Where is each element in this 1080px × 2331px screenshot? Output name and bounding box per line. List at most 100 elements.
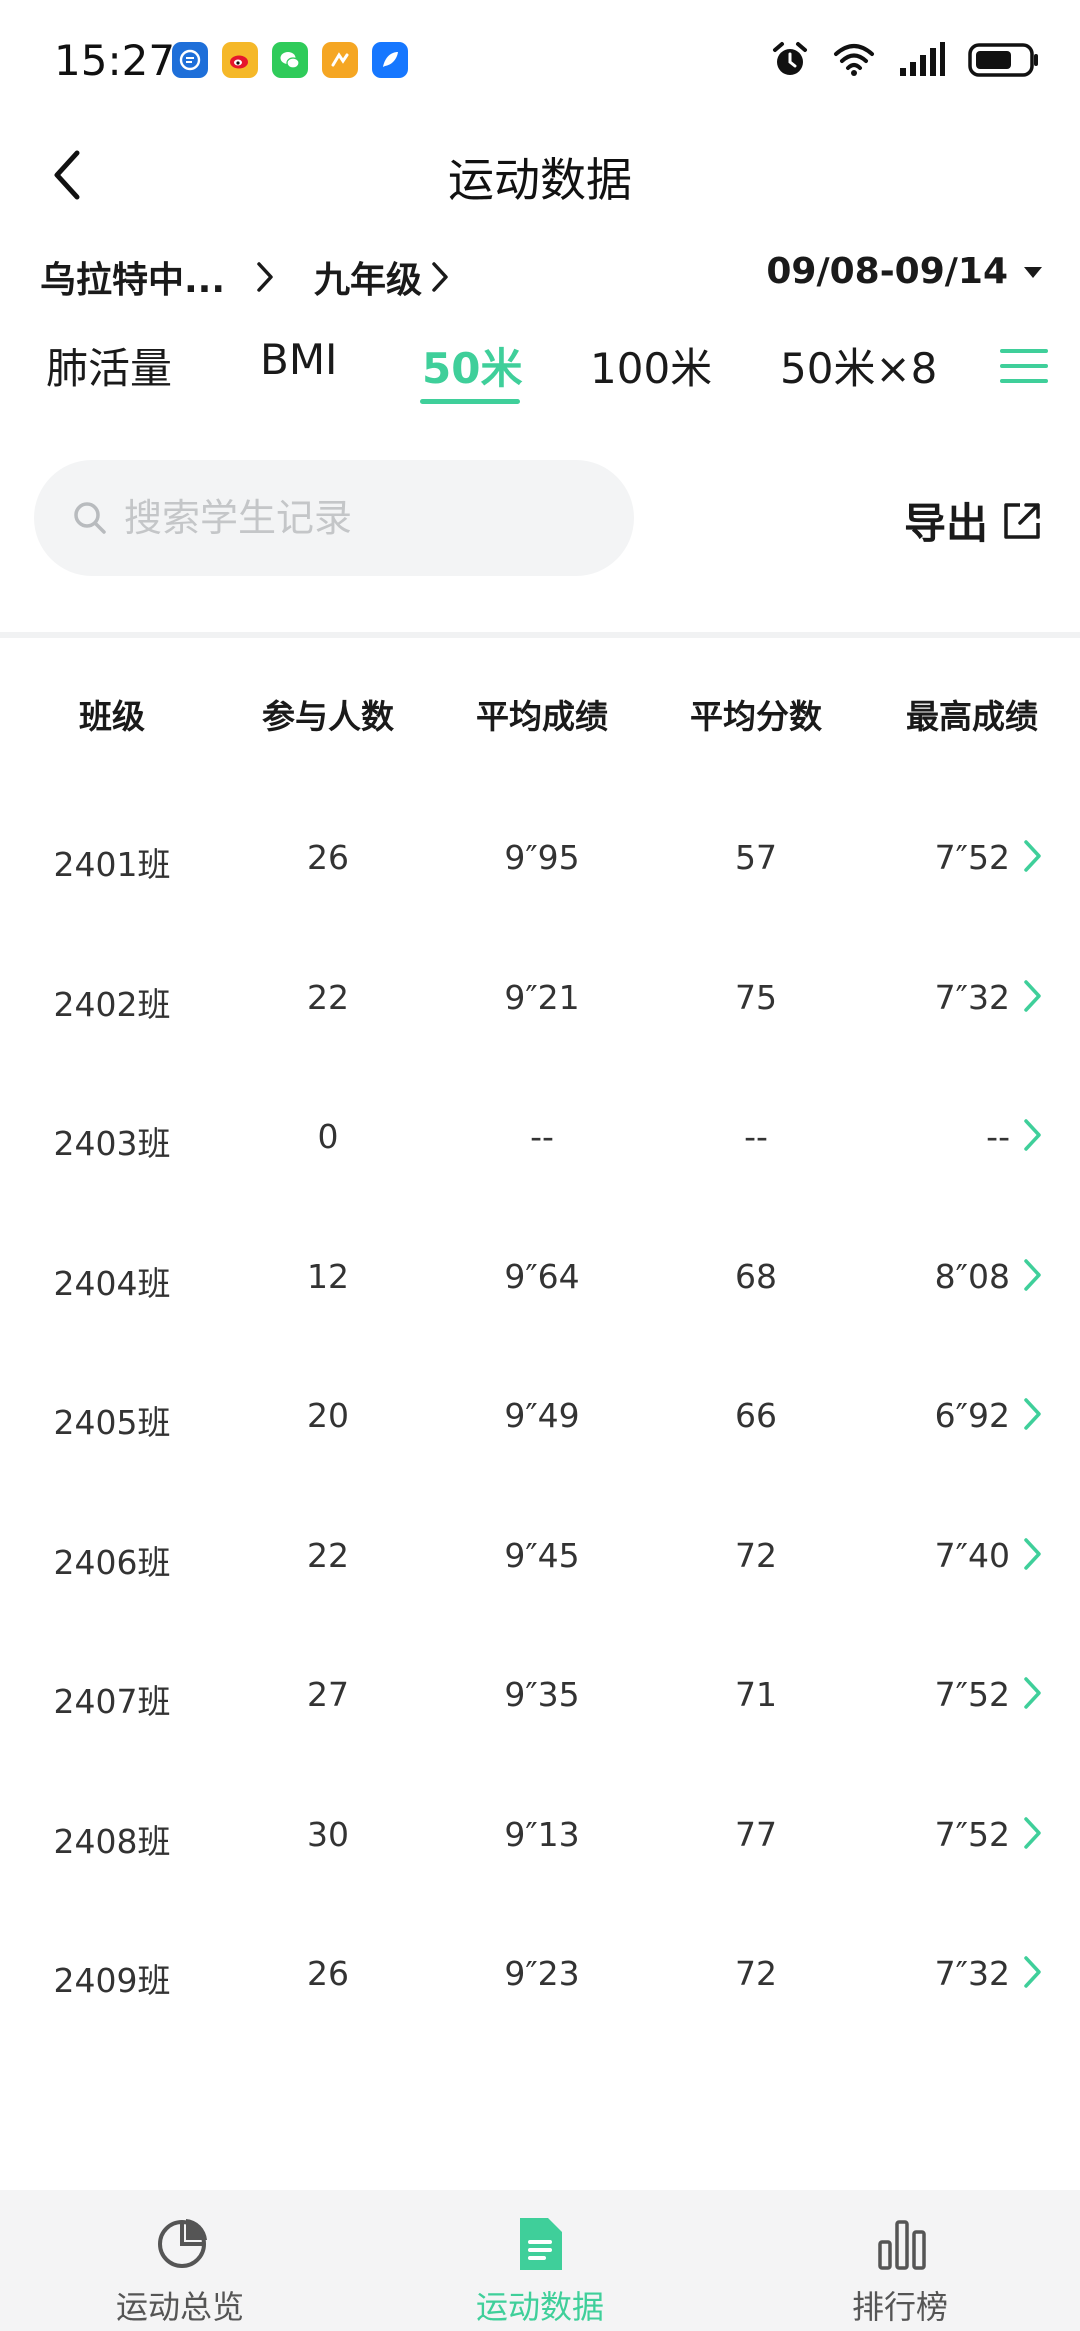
nav-label-ranking: 排行榜 (851, 2288, 948, 2326)
chevron-right-icon (1024, 1956, 1041, 1988)
pie-chart-icon (158, 2219, 207, 2268)
cell-class: 2408班 (53, 1821, 171, 1861)
status-indicators (770, 40, 1040, 80)
chevron-right-icon (257, 262, 273, 292)
cell-participants: 26 (307, 838, 349, 877)
table-row[interactable]: 2403班 0 -- -- -- (0, 1069, 1080, 1209)
signal-icon (900, 42, 945, 76)
search-input[interactable] (124, 496, 604, 540)
sport-tabs: 肺活量 BMI 50米 100米 50米×8 (0, 335, 1080, 415)
cell-participants: 22 (307, 977, 349, 1017)
status-time: 15:27 (54, 36, 176, 85)
cell-best-result: 8″08 (934, 1256, 1010, 1296)
chevron-right-icon (432, 262, 448, 292)
battery-icon (968, 43, 1038, 77)
grade-name: 九年级 (314, 260, 423, 301)
nav-overview[interactable]: 运动总览 (30, 2190, 330, 2331)
date-range: 09/08-09/14 (766, 251, 1008, 292)
chevron-right-icon (1024, 979, 1041, 1012)
nav-sport-data[interactable]: 运动数据 (390, 2190, 690, 2331)
cell-class: 2407班 (53, 1682, 171, 1721)
cell-participants: 20 (307, 1396, 349, 1435)
cell-avg-result: 9″23 (504, 1954, 580, 1993)
export-button[interactable]: 导出 (904, 490, 1044, 551)
table-row[interactable]: 2407班 27 9″35 71 7″52 (0, 1627, 1080, 1767)
cell-participants: 22 (307, 1535, 349, 1575)
sport-app-icon (322, 42, 358, 78)
cell-best-result: -- (986, 1117, 1010, 1156)
caret-down-icon (1024, 266, 1042, 278)
chevron-right-icon (1024, 1258, 1041, 1291)
column-header-avg-score: 平均分数 (690, 697, 822, 736)
table-row[interactable]: 2404班 12 9″64 68 8″08 (0, 1209, 1080, 1349)
cell-class: 2405班 (53, 1403, 171, 1442)
cell-avg-result: 9″64 (504, 1256, 580, 1296)
cell-best-result: 6″92 (934, 1396, 1010, 1435)
column-header-class: 班级 (79, 697, 145, 736)
table-row[interactable]: 2406班 22 9″45 72 7″40 (0, 1488, 1080, 1628)
cell-class: 2401班 (53, 845, 171, 884)
table-header: 班级 参与人数 平均成绩 平均分数 最高成绩 (0, 680, 1080, 750)
chevron-right-icon (1024, 1398, 1041, 1430)
tab-50m-x8[interactable]: 50米×8 (780, 335, 937, 396)
tab-lung-capacity[interactable]: 肺活量 (46, 335, 172, 396)
tab-50m[interactable]: 50米 (422, 335, 522, 396)
chevron-right-icon (1024, 840, 1041, 872)
page-title: 运动数据 (448, 153, 632, 207)
tab-bmi[interactable]: BMI (260, 335, 337, 384)
date-range-selector[interactable]: 09/08-09/14 (766, 251, 1044, 292)
alarm-icon (773, 42, 807, 75)
document-icon (520, 2218, 562, 2270)
cell-class: 2406班 (53, 1542, 171, 1582)
nav-label-sport-data: 运动数据 (475, 2288, 604, 2326)
external-link-icon (1004, 502, 1040, 539)
search-icon (74, 502, 106, 534)
active-tab-indicator (420, 399, 520, 404)
cell-avg-result: 9″35 (504, 1675, 580, 1714)
table-row[interactable]: 2405班 20 9″49 66 6″92 (0, 1348, 1080, 1488)
search-box[interactable] (34, 460, 634, 576)
cell-participants: 26 (307, 1954, 349, 1993)
table-body: 2401班 26 9″95 57 7″52 2402班 22 9″21 75 7″32 2403班 0… (0, 790, 1080, 2046)
cell-participants: 30 (307, 1814, 349, 1854)
column-header-participants: 参与人数 (262, 697, 394, 736)
cell-class: 2409班 (53, 1961, 171, 2000)
column-header-best-result: 最高成绩 (906, 697, 1038, 736)
table-row[interactable]: 2408班 30 9″13 77 7″52 (0, 1767, 1080, 1907)
cell-participants: 27 (307, 1675, 349, 1714)
table-row[interactable]: 2401班 26 9″95 57 7″52 (0, 790, 1080, 930)
cell-avg-result: 9″49 (504, 1396, 580, 1435)
status-bar: 15:27 (0, 0, 1080, 120)
chevron-right-icon (1024, 1677, 1041, 1709)
nav-label-overview: 运动总览 (115, 2288, 244, 2326)
chevron-right-icon (1024, 1816, 1041, 1849)
menu-icon[interactable] (1000, 349, 1048, 393)
cell-avg-result: -- (530, 1117, 554, 1156)
chevron-right-icon (1024, 1119, 1041, 1151)
tab-100m[interactable]: 100米 (590, 335, 712, 396)
cell-best-result: 7″32 (934, 1954, 1010, 1993)
cell-participants: 12 (307, 1256, 349, 1296)
bottom-navigation: 运动总览 运动数据 排行榜 (0, 2190, 1080, 2331)
cell-class: 2403班 (53, 1124, 171, 1163)
notification-app-icons (172, 42, 408, 78)
export-label: 导出 (903, 499, 988, 548)
grade-selector[interactable]: 九年级 (306, 251, 450, 303)
wechat-icon (272, 42, 308, 78)
table-row[interactable]: 2409班 26 9″23 72 7″32 (0, 1906, 1080, 2046)
school-name: 乌拉特中... (40, 260, 226, 301)
nav-ranking[interactable]: 排行榜 (750, 2190, 1050, 2331)
cell-avg-result: 9″95 (504, 838, 580, 877)
cell-avg-result: 9″21 (504, 977, 580, 1017)
filter-row: 乌拉特中... 九年级 09/08-09/14 (0, 245, 1080, 311)
table-row[interactable]: 2402班 22 9″21 75 7″32 (0, 930, 1080, 1070)
cell-best-result: 7″32 (934, 977, 1010, 1017)
cell-avg-result: 9″45 (504, 1535, 580, 1575)
bar-chart-icon (878, 2220, 926, 2270)
weibo-icon (222, 42, 258, 78)
column-header-avg-result: 平均成绩 (476, 697, 608, 736)
cell-avg-result: 9″13 (504, 1814, 580, 1854)
message-app-icon (172, 42, 208, 78)
school-selector[interactable]: 乌拉特中... (40, 251, 275, 303)
cell-best-result: 7″52 (934, 1814, 1010, 1854)
